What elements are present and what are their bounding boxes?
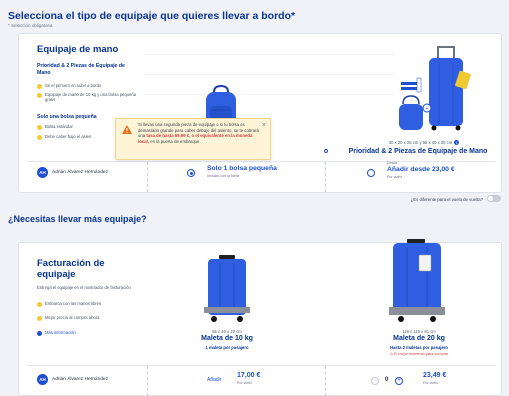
increase-20kg-button[interactable]: + <box>395 377 403 385</box>
priority-bullet-1: Sé el primero en subir a bordo <box>37 83 142 89</box>
bag20-label: Maleta de 20 kg <box>393 335 445 342</box>
small-bag-radio[interactable] <box>187 169 195 177</box>
cabin-baggage-card: Equipaje de mano Prioridad & 2 Piezas de… <box>18 33 502 193</box>
checked-description: Entrega el equipaje en el mostrador de f… <box>37 285 131 290</box>
decrease-20kg-button[interactable]: − <box>371 377 379 385</box>
divider <box>325 366 326 396</box>
bag10-note: 1 maleta por pasajero <box>205 345 249 350</box>
checked-bullet-1: Embarca con las manos libres <box>37 301 147 307</box>
more-info-link[interactable]: Más información <box>37 330 147 336</box>
or-label: o <box>323 148 329 155</box>
small-bag-choice-label[interactable]: Solo 1 bolsa pequeña <box>207 165 277 172</box>
priority-bags-icon: + <box>399 46 471 131</box>
passenger-name: Adrián Álvarez Hernández <box>52 170 108 175</box>
more-baggage-title: ¿Necesitas llevar más equipaje? <box>8 214 147 224</box>
divider <box>147 366 148 396</box>
priority-option-title: Prioridad & 2 Piezas de Equipaje de Mano <box>37 63 125 76</box>
per-flight-10kg: Por vuelo <box>237 381 253 385</box>
info-icon[interactable]: i <box>454 140 460 146</box>
bullet-dot-icon <box>37 301 42 307</box>
bag20-note: Hasta 2 maletas por pasajero <box>390 345 448 350</box>
priority-label: Prioridad & 2 Piezas de Equipaje de Mano <box>348 148 488 155</box>
priority-bullet-2: Equipaje de mano de 10 kg y una bolsa pe… <box>37 92 142 103</box>
bullet-dot-icon <box>37 134 42 140</box>
required-note: * Selección obligatoria <box>8 23 53 28</box>
checked-baggage-card: Facturación de equipaje Entrega el equip… <box>18 239 502 396</box>
price-20kg: 23,49 € <box>423 372 447 379</box>
checked-bullet-2: Mejor precio al compra ahora <box>37 315 147 321</box>
divider <box>27 365 495 366</box>
cabin-section-title: Equipaje de mano <box>37 44 119 55</box>
bullet-dot-icon <box>37 124 42 130</box>
divider <box>147 162 148 192</box>
page-title: Selecciona el tipo de equipaje que quier… <box>8 10 296 22</box>
return-question: ¿Es diferente para el vuelo de vuelta? <box>410 197 483 202</box>
priority-radio[interactable] <box>367 169 375 177</box>
priority-from-label: Desde <box>387 161 398 165</box>
avatar: AH <box>37 167 48 178</box>
bag10-label: Maleta de 10 kg <box>201 335 253 342</box>
bag10-size: 55 x 40 x 20 cm <box>212 329 242 334</box>
info-icon <box>37 330 42 336</box>
bag20-best-moment: ◷ El mejor momento para comprar <box>389 352 449 356</box>
passenger-name: Adrián Álvarez Hernández <box>52 377 108 382</box>
small-bag-bullet-1: Bolsa estándar <box>37 124 127 130</box>
passenger-row: AH Adrián Álvarez Hernández <box>37 374 108 385</box>
return-toggle[interactable] <box>487 195 501 202</box>
priority-choice-sub: Por vuelo <box>387 175 403 179</box>
small-bag-option-title: Solo una bolsa pequeña <box>37 114 97 120</box>
divider <box>27 161 495 162</box>
bag20-size: 119 x 119 x 81 cm <box>402 329 436 334</box>
warning-icon <box>122 125 132 134</box>
oversize-warning: × Si llevas una segunda pieza de equipaj… <box>115 118 271 160</box>
close-icon[interactable]: × <box>262 121 266 130</box>
avatar: AH <box>37 374 48 385</box>
grid-line <box>144 54 394 55</box>
divider <box>325 162 326 192</box>
svg-text:+: + <box>426 106 429 112</box>
bullet-dot-icon <box>37 83 42 89</box>
passenger-row: AH Adrián Álvarez Hernández <box>37 167 108 178</box>
small-bag-choice-sub: Incluido con la tarifa <box>207 174 239 178</box>
small-bag-bullet-2: Debe caber bajo el asien <box>37 134 127 140</box>
add-10kg-button[interactable]: Añadir <box>207 377 221 383</box>
grid-line <box>144 74 394 75</box>
bullet-dot-icon <box>37 92 42 98</box>
bullet-dot-icon <box>37 315 42 321</box>
priority-choice-label[interactable]: Añadir desde 23,00 € <box>387 166 455 173</box>
qty-20kg: 0 <box>385 377 389 383</box>
suitcase-10kg-icon <box>204 255 250 322</box>
priority-size: 40 x 20 x 25 cm y 55 x 40 x 20 cm i <box>388 140 460 146</box>
grid-line <box>144 94 394 95</box>
price-10kg: 17,00 € <box>237 372 261 379</box>
checked-section-title: Facturación de equipaje <box>37 258 105 280</box>
per-flight-20kg: Por vuelo <box>423 381 439 385</box>
suitcase-20kg-icon <box>389 239 445 322</box>
